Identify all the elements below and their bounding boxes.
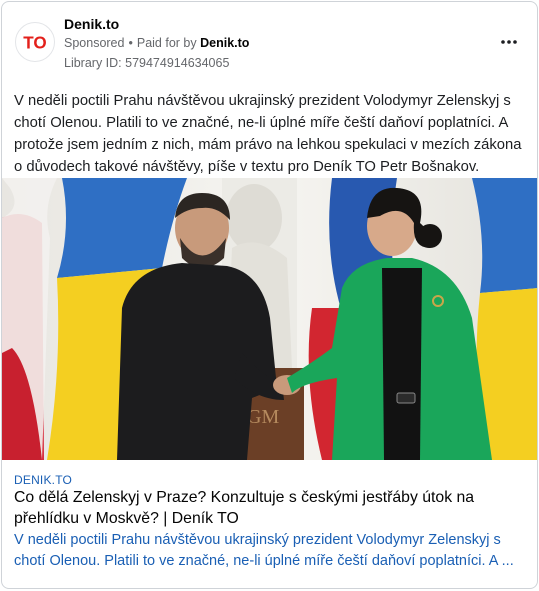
page-avatar[interactable]: TO — [15, 22, 55, 62]
sponsored-label: Sponsored — [64, 36, 125, 50]
svg-text:TO: TO — [23, 34, 46, 53]
ad-card: TO Denik.to Sponsored • Paid for by Denik.… — [1, 1, 538, 589]
more-horizontal-icon — [501, 40, 517, 44]
svg-text:GM: GM — [247, 406, 279, 428]
post-body-text: V neděli poctili Prahu návštěvou ukrajin… — [14, 93, 522, 175]
sponsored-line: Sponsored • Paid for by Denik.to — [64, 36, 249, 50]
more-options-button[interactable] — [497, 30, 521, 54]
post-image[interactable]: GM — [2, 178, 537, 460]
paid-for-by-name: Denik.to — [200, 36, 250, 50]
denik-to-logo: TO — [16, 23, 54, 61]
page-name-link[interactable]: Denik.to — [64, 16, 119, 32]
paid-for-by-prefix: Paid for by — [136, 36, 197, 50]
link-preview-description[interactable]: V neděli poctili Prahu návštěvou ukrajin… — [14, 530, 530, 572]
link-preview-title[interactable]: Co dělá Zelenskyj v Praze? Konzultuje s … — [14, 487, 514, 529]
separator-dot: • — [128, 36, 133, 50]
link-preview-domain[interactable]: DENIK.TO — [14, 473, 72, 487]
library-id: Library ID: 579474914634065 — [64, 56, 230, 70]
